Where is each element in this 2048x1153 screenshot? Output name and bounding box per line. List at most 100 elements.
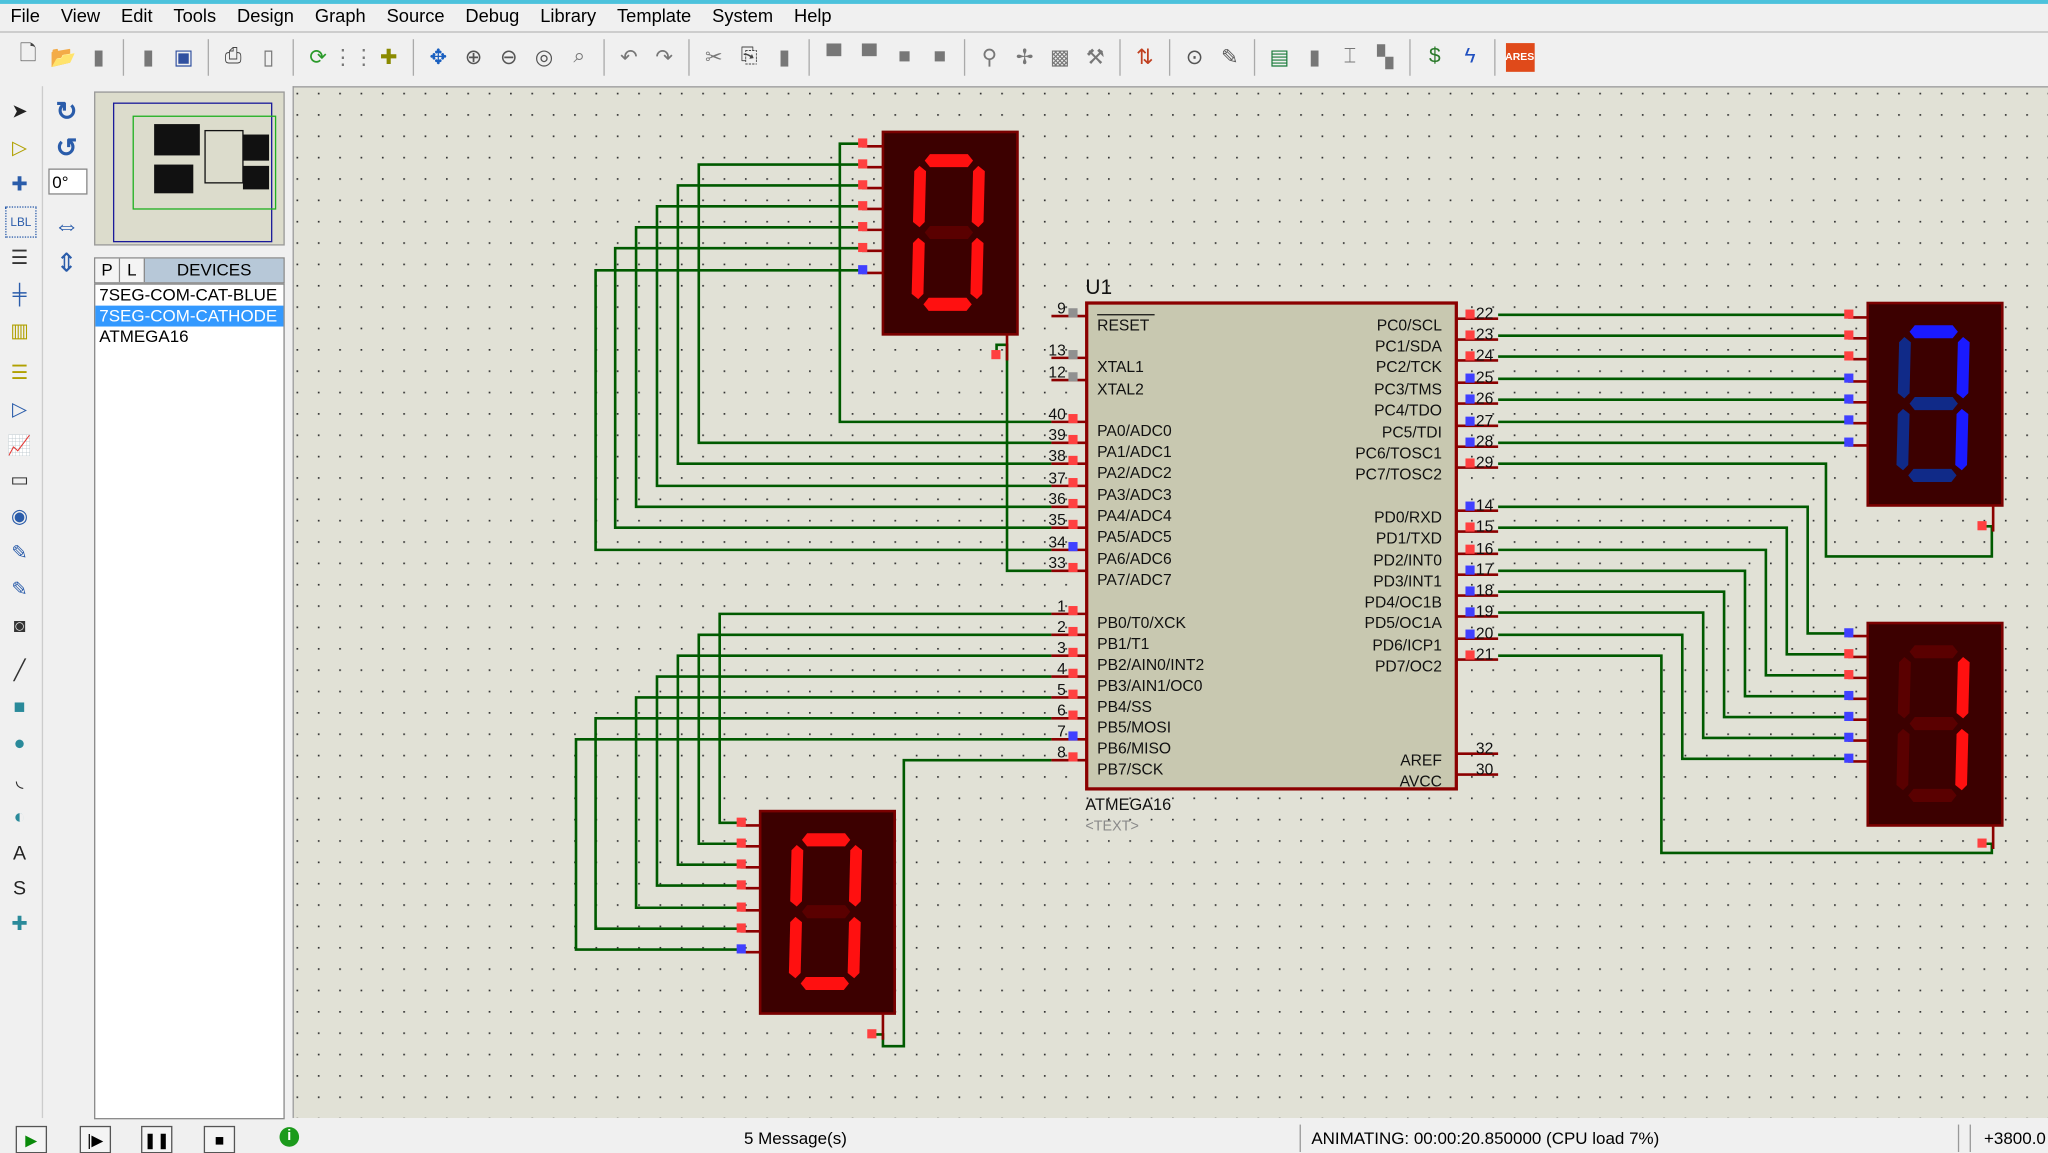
- symbol-icon[interactable]: S: [5, 874, 34, 903]
- menu-template[interactable]: Template: [607, 3, 702, 29]
- pin-state-indicator: [858, 159, 868, 169]
- print-area-icon[interactable]: ▯: [254, 42, 283, 71]
- refresh-icon[interactable]: ⟳: [304, 42, 333, 71]
- decompose-icon[interactable]: ⚒: [1081, 42, 1110, 71]
- cut-icon[interactable]: ✂: [699, 42, 728, 71]
- device-item[interactable]: 7SEG-COM-CATHODE: [95, 305, 284, 327]
- box-icon[interactable]: ■: [5, 692, 34, 721]
- bill-of-materials-icon[interactable]: $: [1420, 42, 1449, 71]
- pin-number: 29: [1476, 455, 1493, 472]
- new-file-icon[interactable]: 🗋: [14, 42, 43, 71]
- mirror-vertical-icon[interactable]: ⇕: [52, 248, 81, 278]
- rotate-clockwise-icon[interactable]: ↻: [52, 97, 81, 126]
- bus-icon[interactable]: ╪: [5, 280, 34, 309]
- package-icon[interactable]: ▩: [1046, 42, 1075, 71]
- path-icon[interactable]: ◐: [5, 802, 34, 831]
- redo-icon[interactable]: ↷: [650, 42, 679, 71]
- menu-library[interactable]: Library: [530, 3, 607, 29]
- menu-system[interactable]: System: [702, 3, 784, 29]
- menu-debug[interactable]: Debug: [455, 3, 530, 29]
- menu-edit[interactable]: Edit: [111, 3, 163, 29]
- menu-view[interactable]: View: [50, 3, 110, 29]
- remove-sheet-icon[interactable]: ▮: [1300, 42, 1329, 71]
- schematic-canvas[interactable]: U1 ATMEGA16 <TEXT> 9 RESET 13 XTAL1 12 XTAL2 40 PA…: [292, 86, 2048, 1119]
- junction-dot-icon[interactable]: ✚: [5, 170, 34, 199]
- marker-icon[interactable]: ✚: [5, 909, 34, 938]
- segment-a: [924, 154, 974, 168]
- library-manager-button[interactable]: L: [120, 258, 145, 283]
- zoom-all-icon[interactable]: ◎: [530, 42, 559, 71]
- rotation-angle-input[interactable]: 0°: [48, 168, 88, 195]
- selection-mode-icon[interactable]: ➤: [5, 97, 34, 126]
- menu-file[interactable]: File: [0, 3, 50, 29]
- pick-devices-button[interactable]: P: [95, 258, 121, 283]
- new-sheet-icon[interactable]: ▤: [1265, 42, 1294, 71]
- current-probe-icon[interactable]: ✎: [5, 575, 34, 604]
- overview-window[interactable]: [94, 91, 285, 246]
- menu-help[interactable]: Help: [784, 3, 843, 29]
- exit-parent-icon[interactable]: ⌶: [1336, 42, 1365, 71]
- segment-b: [1956, 336, 1970, 399]
- copy-icon[interactable]: ⎘: [735, 42, 764, 71]
- block-copy-icon[interactable]: ▀: [820, 42, 849, 71]
- rotate-anticlockwise-icon[interactable]: ↺: [52, 133, 81, 163]
- wire-autoroute-icon[interactable]: ⇅: [1130, 42, 1159, 71]
- play-button[interactable]: ▶: [15, 1125, 48, 1153]
- circle-icon[interactable]: ●: [5, 729, 34, 758]
- menu-tools[interactable]: Tools: [163, 3, 227, 29]
- device-item[interactable]: 7SEG-COM-CAT-BLUE: [95, 285, 283, 306]
- text-script-icon[interactable]: ☰: [5, 243, 34, 272]
- undo-icon[interactable]: ↶: [615, 42, 644, 71]
- wire-label-icon[interactable]: LBL: [5, 206, 37, 238]
- toolbar-separator: [207, 38, 209, 76]
- step-button[interactable]: |▶: [79, 1125, 112, 1153]
- voltage-probe-icon[interactable]: ✎: [5, 538, 34, 567]
- open-file-icon[interactable]: 📂: [49, 42, 78, 71]
- electrical-rules-icon[interactable]: ϟ: [1456, 42, 1485, 71]
- pan-icon[interactable]: ✥: [424, 42, 453, 71]
- device-pins-icon[interactable]: ▷: [5, 394, 34, 423]
- mirror-horizontal-icon[interactable]: ⇔: [52, 211, 81, 241]
- save-icon[interactable]: ▮: [84, 42, 113, 71]
- messages-status[interactable]: 5 Message(s): [307, 1125, 1284, 1153]
- print-icon[interactable]: ⎙: [219, 42, 248, 71]
- virtual-instruments-icon[interactable]: ◙: [5, 611, 34, 640]
- menu-graph[interactable]: Graph: [304, 3, 376, 29]
- pin-name: PA2/ADC2: [1097, 465, 1172, 482]
- block-rotate-icon[interactable]: ■: [890, 42, 919, 71]
- zoom-out-icon[interactable]: ⊖: [494, 42, 523, 71]
- line-icon[interactable]: ╱: [5, 656, 34, 685]
- arc-icon[interactable]: ◟: [5, 765, 34, 794]
- paste-icon[interactable]: ▮: [770, 42, 799, 71]
- block-move-icon[interactable]: ▀: [855, 42, 884, 71]
- stop-button[interactable]: ■: [203, 1125, 236, 1153]
- grid-icon[interactable]: ⋮⋮: [332, 42, 374, 71]
- device-item[interactable]: ATMEGA16: [95, 327, 283, 348]
- block-delete-icon[interactable]: ■: [925, 42, 954, 71]
- terminals-icon[interactable]: ☰: [5, 358, 34, 387]
- pause-button[interactable]: ❚❚: [141, 1125, 173, 1153]
- text-icon[interactable]: A: [5, 839, 34, 868]
- generator-icon[interactable]: ◉: [5, 502, 34, 531]
- zoom-in-icon[interactable]: ⊕: [459, 42, 488, 71]
- subcircuit-icon[interactable]: ▥: [5, 316, 34, 345]
- make-device-icon[interactable]: ✢: [1010, 42, 1039, 71]
- tape-recorder-icon[interactable]: ▭: [5, 465, 34, 494]
- pin-number: 20: [1476, 626, 1494, 643]
- goto-sheet-icon[interactable]: ▚: [1371, 42, 1400, 71]
- graph-icon[interactable]: 📈: [5, 431, 34, 460]
- search-icon[interactable]: ⊙: [1180, 42, 1209, 71]
- pin-state-indicator: [1068, 478, 1078, 488]
- menu-design[interactable]: Design: [227, 3, 305, 29]
- ares-icon[interactable]: ARES: [1505, 42, 1534, 72]
- export-icon[interactable]: ▣: [169, 42, 198, 71]
- zoom-area-icon[interactable]: ⌕: [565, 42, 594, 71]
- component-mode-icon[interactable]: ▷: [5, 133, 34, 162]
- pin-state-indicator: [1068, 752, 1078, 762]
- property-assign-icon[interactable]: ✎: [1215, 42, 1244, 71]
- menu-source[interactable]: Source: [376, 3, 455, 29]
- import-icon[interactable]: ▮: [134, 42, 163, 71]
- origin-icon[interactable]: ✚: [374, 42, 403, 71]
- pick-device-icon[interactable]: ⚲: [975, 42, 1004, 71]
- info-icon[interactable]: i: [279, 1127, 300, 1147]
